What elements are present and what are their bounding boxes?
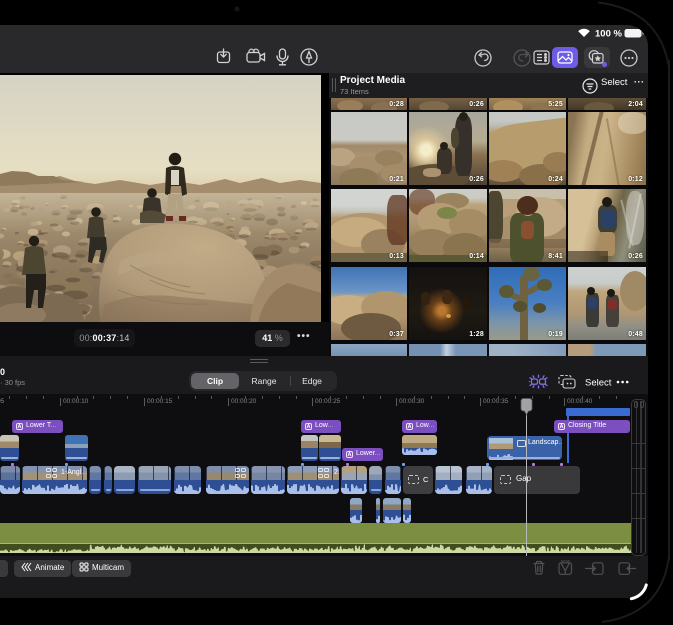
svg-text:100 %: 100 % xyxy=(595,29,622,40)
svg-text:Select: Select xyxy=(585,378,612,389)
